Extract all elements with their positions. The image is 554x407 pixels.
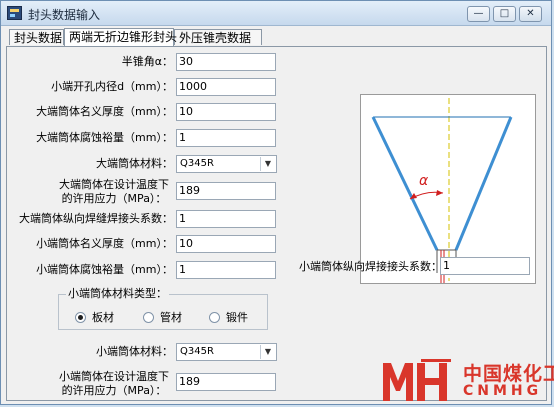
window-title: 封头数据输入 — [28, 8, 101, 22]
watermark-cn: 中国煤化工 — [463, 363, 554, 385]
small-open-diameter-label: 小端开孔内径d（mm）： — [51, 80, 173, 93]
tab-cone-head[interactable]: 两端无折边锥形封头 — [64, 28, 177, 46]
large-material-label: 大端筒体材料： — [96, 157, 173, 170]
watermark: 中国煤化工 CNMHG — [381, 357, 554, 403]
tab-head-data[interactable]: 封头数据 — [9, 29, 64, 45]
large-weld-factor-input[interactable]: 1 — [176, 210, 276, 228]
small-material-value: Q345R — [180, 346, 214, 357]
small-corrosion-label: 小端筒体腐蚀裕量（mm）： — [36, 263, 173, 276]
large-material-select[interactable]: Q345R ▼ — [176, 155, 277, 173]
small-allowable-stress-label: 小端筒体在设计温度下的许用应力（MPa）： — [59, 370, 169, 397]
chevron-down-icon[interactable]: ▼ — [260, 157, 275, 171]
right-wall — [454, 116, 513, 251]
large-thickness-label: 大端筒体名义厚度（mm）： — [36, 105, 173, 118]
small-corrosion-input[interactable]: 1 — [176, 261, 276, 279]
radio-pipe-label: 管材 — [160, 311, 182, 324]
small-material-label: 小端筒体材料： — [96, 345, 173, 358]
large-weld-factor-label: 大端筒体纵向焊缝焊接头系数： — [19, 212, 173, 225]
arrow-head-icon — [436, 190, 443, 196]
small-material-select[interactable]: Q345R ▼ — [176, 343, 277, 361]
small-thickness-label: 小端筒体名义厚度（mm）： — [36, 237, 173, 250]
small-open-diameter-input[interactable]: 1000 — [176, 78, 276, 96]
large-material-value: Q345R — [180, 158, 214, 169]
alpha-label: α — [419, 173, 429, 189]
radio-plate-label: 板材 — [92, 311, 114, 324]
small-material-type-group: 小端筒体材料类型： 板材 管材 锻件 — [58, 287, 268, 330]
small-allowable-stress-input[interactable]: 189 — [176, 373, 276, 391]
cone-diagram-svg: α d — [371, 98, 513, 283]
small-weld-factor-input[interactable]: 1 — [440, 257, 530, 275]
half-angle-label: 半锥角α： — [121, 55, 173, 68]
radio-plate-indicator[interactable] — [75, 312, 86, 323]
half-angle-input[interactable]: 30 — [176, 53, 276, 71]
title-bar: 封头数据输入 — □ ✕ — [1, 1, 551, 26]
cone-diagram: α d — [360, 94, 536, 284]
app-icon — [7, 6, 22, 20]
large-allowable-stress-label: 大端筒体在设计温度下的许用应力（MPa）： — [59, 178, 169, 205]
large-allowable-stress-input[interactable]: 189 — [176, 182, 276, 200]
minimize-button[interactable]: — — [467, 6, 490, 22]
watermark-logo — [383, 359, 451, 401]
watermark-en: CNMHG — [463, 383, 543, 399]
large-corrosion-label: 大端筒体腐蚀裕量（mm）： — [36, 131, 173, 144]
close-button[interactable]: ✕ — [519, 6, 542, 22]
large-corrosion-input[interactable]: 1 — [176, 129, 276, 147]
group-title: 小端筒体材料类型： — [66, 287, 169, 301]
small-weld-factor-label: 小端筒体纵向焊接接头系数： — [299, 260, 442, 273]
dialog-window: 封头数据输入 — □ ✕ 封头数据 两端无折边锥形封头 外压锥壳数据 半锥角α：… — [0, 0, 554, 405]
maximize-button[interactable]: □ — [493, 6, 516, 22]
tab-external-pressure[interactable]: 外压锥壳数据 — [174, 29, 262, 45]
chevron-down-icon[interactable]: ▼ — [260, 345, 275, 359]
tab-panel: 半锥角α： 30 小端开孔内径d（mm）： 1000 大端筒体名义厚度（mm）：… — [6, 46, 547, 401]
radio-pipe-indicator[interactable] — [143, 312, 154, 323]
radio-forging-indicator[interactable] — [209, 312, 220, 323]
small-thickness-input[interactable]: 10 — [176, 235, 276, 253]
large-thickness-input[interactable]: 10 — [176, 103, 276, 121]
radio-forging-label: 锻件 — [226, 311, 248, 324]
